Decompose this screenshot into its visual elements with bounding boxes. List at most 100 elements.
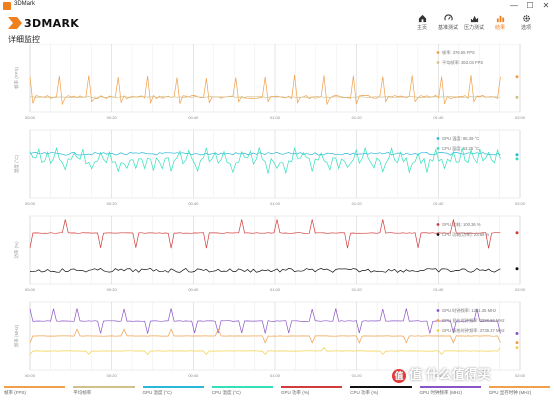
x-tick-label: 01:20 xyxy=(352,201,363,206)
legend-item-label: 平均帧率 xyxy=(73,390,92,395)
logo-mark-icon xyxy=(8,17,22,29)
nav-stress-label: 压力测试 xyxy=(463,25,484,31)
series-end-marker xyxy=(515,75,519,79)
legend-swatch xyxy=(436,329,440,332)
x-tick-label: 00:40 xyxy=(188,201,199,206)
legend-item[interactable]: GPU 显存时钟 (MHz) xyxy=(488,386,550,400)
window-title: 3DMark xyxy=(14,1,36,7)
bar-chart-icon xyxy=(496,15,504,23)
series-end-marker xyxy=(515,267,519,271)
nav-options[interactable]: 选项 xyxy=(515,14,537,36)
legend-swatch xyxy=(436,61,440,64)
window-titlebar: 3DMark — ☐ ✕ xyxy=(0,0,554,12)
legend-item[interactable]: GPU 温度 (°C) xyxy=(142,386,204,400)
legend-label: GPU 温度: 86.39 °C xyxy=(442,135,479,142)
x-tick-label: 01:20 xyxy=(352,287,363,292)
close-button[interactable]: ✕ xyxy=(538,0,554,12)
home-icon xyxy=(418,14,426,23)
legend-color-bar xyxy=(73,386,135,388)
watermark-logo-icon: 值 xyxy=(392,368,406,383)
x-tick-label: 01:00 xyxy=(270,287,281,292)
legend-color-bar xyxy=(419,386,481,388)
nav-benchmark-label: 基准测试 xyxy=(437,25,458,31)
legend-label: 平均帧率: 363.03 FPS xyxy=(442,59,483,66)
legend-label: GPU 功耗: 100.36 % xyxy=(442,221,481,228)
legend-item[interactable]: GPU 功率 (%) xyxy=(281,386,343,400)
legend-label: GPU 时钟频率: 1351.35 MHz xyxy=(442,307,496,314)
stress-icon xyxy=(470,15,478,23)
legend-swatch xyxy=(436,147,440,150)
logo-text: 3DMARK xyxy=(24,16,80,30)
y-axis-label: 频率 (MHz) xyxy=(13,324,20,347)
series-end-marker xyxy=(515,95,519,99)
x-tick-label: 02:00 xyxy=(515,373,526,378)
y-axis-label: 功率 (%) xyxy=(13,241,20,259)
nav-home[interactable]: 主页 xyxy=(411,14,433,36)
gauge-icon xyxy=(443,14,453,21)
minimize-button[interactable]: — xyxy=(506,0,522,12)
legend-color-bar xyxy=(281,386,343,388)
legend-item[interactable]: CPU 温度 (°C) xyxy=(211,386,273,400)
x-tick-label: 00:00 xyxy=(25,373,36,378)
chart-legend-footer: 帧率 (FPS) 平均帧率 GPU 温度 (°C) CPU 温度 (°C) GPU 功率… xyxy=(0,386,554,404)
legend-label: GPU 系统时钟频率: 3739.37 MHz xyxy=(442,327,505,334)
x-tick-label: 00:20 xyxy=(107,115,118,120)
gear-icon xyxy=(522,15,530,22)
legend-swatch xyxy=(436,223,440,226)
legend-item-label: CPU 功率 (%) xyxy=(350,390,379,395)
legend-item-label: GPU 时钟频率 (MHz) xyxy=(419,390,463,395)
legend-label: CPU 温度: 53.25 °C xyxy=(442,145,479,152)
legend-item-label: 帧率 (FPS) xyxy=(4,390,26,395)
x-tick-label: 01:20 xyxy=(352,373,363,378)
legend-color-bar xyxy=(142,386,204,388)
app-icon xyxy=(3,2,11,10)
legend-swatch xyxy=(436,309,440,312)
x-tick-label: 01:40 xyxy=(433,115,444,120)
series-end-marker xyxy=(515,341,519,345)
nav-stress[interactable]: 压力测试 xyxy=(463,14,485,36)
monitoring-charts: 帧率 (FPS) 00:00 00:20 00:40 01:00 01:20 01:40 02… xyxy=(13,44,526,378)
legend-color-bar xyxy=(488,386,550,388)
app-header: 3DMARK 主页 基准测试 压力测试 结果 选项 xyxy=(0,12,554,36)
watermark: 值值 什么值得买 xyxy=(392,364,491,383)
legend-item-label: GPU 显存时钟 (MHz) xyxy=(488,390,532,395)
x-tick-label: 02:00 xyxy=(515,201,526,206)
x-tick-label: 00:40 xyxy=(188,287,199,292)
series-end-marker xyxy=(515,332,519,335)
x-tick-label: 00:20 xyxy=(107,201,118,206)
series-end-marker xyxy=(515,346,519,350)
nav-benchmark[interactable]: 基准测试 xyxy=(437,14,459,36)
legend-item-label: GPU 功率 (%) xyxy=(281,390,310,395)
legend-item[interactable]: CPU 功率 (%) xyxy=(350,386,412,400)
legend-color-bar xyxy=(4,386,66,388)
x-tick-label: 01:00 xyxy=(270,373,281,378)
x-tick-label: 00:20 xyxy=(107,287,118,292)
maximize-button[interactable]: ☐ xyxy=(522,0,538,12)
legend-item[interactable]: GPU 时钟频率 (MHz) xyxy=(419,386,481,400)
legend-item[interactable]: 平均帧率 xyxy=(73,386,135,400)
legend-swatch xyxy=(436,233,440,236)
x-tick-label: 02:00 xyxy=(515,287,526,292)
series-end-marker xyxy=(515,153,519,157)
legend-swatch xyxy=(436,319,440,322)
x-tick-label: 00:40 xyxy=(188,115,199,120)
x-tick-label: 00:20 xyxy=(107,373,118,378)
x-tick-label: 01:20 xyxy=(352,115,363,120)
legend-item[interactable]: 帧率 (FPS) xyxy=(4,386,66,400)
legend-swatch xyxy=(436,51,440,54)
x-tick-label: 01:40 xyxy=(433,201,444,206)
watermark-text: 值 什么值得买 xyxy=(409,367,491,382)
x-tick-label: 00:00 xyxy=(25,115,36,120)
legend-color-bar xyxy=(211,386,273,388)
nav-home-label: 主页 xyxy=(416,25,427,31)
x-tick-label: 01:40 xyxy=(433,287,444,292)
legend-item-label: GPU 温度 (°C) xyxy=(142,390,172,395)
legend-item-label: CPU 温度 (°C) xyxy=(211,390,241,395)
x-tick-label: 00:00 xyxy=(25,287,36,292)
series-end-marker xyxy=(515,157,519,161)
x-tick-label: 01:00 xyxy=(270,115,281,120)
nav-results[interactable]: 结果 xyxy=(489,14,511,36)
legend-color-bar xyxy=(350,386,412,388)
x-tick-label: 00:00 xyxy=(25,201,36,206)
x-tick-label: 02:00 xyxy=(515,115,526,120)
